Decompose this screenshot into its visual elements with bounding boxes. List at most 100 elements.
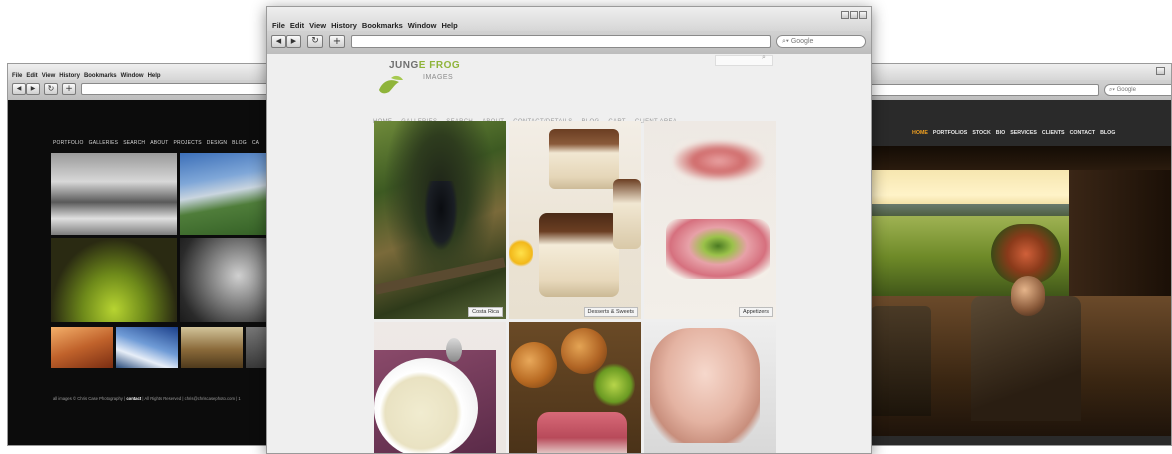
menu-file[interactable]: File [272, 21, 285, 30]
left-nav-item[interactable]: DESIGN [207, 140, 227, 146]
left-nav-item[interactable]: PORTFOLIO [53, 140, 84, 146]
toolbar: ◀ ▶ ↻ + [8, 80, 306, 101]
site-search-icon[interactable]: ⌕ [762, 54, 766, 62]
right-site-page: HOME PORTFOLIOS STOCK BIO SERVICES CLIENTS CON… [851, 100, 1171, 445]
reload-button[interactable]: ↻ [307, 35, 323, 48]
search-icon: ⌕▾ [782, 38, 789, 45]
raw-meat [537, 412, 627, 453]
gallery-caption: Costa Rica [468, 307, 503, 317]
forward-button[interactable]: ▶ [286, 35, 301, 48]
menu-view[interactable]: View [42, 73, 56, 79]
right-nav-item[interactable]: SERVICES [1010, 130, 1037, 136]
toolbar: ⌕▾ Google [851, 80, 1171, 101]
right-nav-home[interactable]: HOME [912, 130, 928, 136]
right-nav-item[interactable]: PORTFOLIOS [933, 130, 967, 136]
hero-roof [871, 146, 1171, 170]
onion-left [511, 342, 557, 388]
logo-text-line2: IMAGES [423, 74, 454, 81]
thumb-canyon[interactable] [51, 327, 113, 368]
menu-edit[interactable]: Edit [290, 21, 304, 30]
left-footer: all images © Chris Case Photography | co… [53, 396, 241, 401]
right-nav-item[interactable]: CONTACT [1070, 130, 1096, 136]
gallery-ingredients[interactable] [509, 322, 641, 453]
thumb-riders[interactable] [181, 327, 243, 368]
toolbar: ◀ ▶ ↻ + ⌕▾ Google [267, 31, 871, 55]
center-site-page: JUNGE FROG IMAGES ⌕ HOMEGALLERIESSEARCHA… [267, 54, 871, 453]
menu-file[interactable]: File [12, 73, 22, 79]
footer-rights: | All Rights Reserved | chris@chriscasep… [142, 396, 241, 401]
yellow-flower [509, 239, 533, 267]
left-nav-item[interactable]: PROJECTS [173, 140, 201, 146]
dessert-glass-right [613, 179, 641, 249]
gallery-costa-rica[interactable]: Costa Rica [374, 121, 506, 319]
right-nav-item[interactable]: STOCK [972, 130, 990, 136]
minimize-button[interactable] [841, 11, 849, 19]
left-nav-item[interactable]: SEARCH [123, 140, 145, 146]
reload-button[interactable]: ↻ [44, 83, 58, 95]
menu-history[interactable]: History [59, 73, 80, 79]
thumb-arena[interactable] [51, 238, 177, 322]
menu-edit[interactable]: Edit [26, 73, 37, 79]
thumb-ice[interactable] [116, 327, 178, 368]
forward-button[interactable]: ▶ [26, 83, 40, 95]
search-field[interactable]: ⌕▾ Google [776, 35, 866, 48]
gallery-water-hands[interactable] [644, 322, 776, 453]
gallery-caption: Appetizers [739, 307, 773, 317]
add-bookmark-button[interactable]: + [329, 35, 345, 48]
search-placeholder: Google [1116, 87, 1136, 93]
minimize-button[interactable] [1156, 67, 1165, 75]
right-nav-item[interactable]: BIO [996, 130, 1005, 136]
branch [374, 257, 506, 295]
left-nav-item[interactable]: CA [252, 140, 259, 146]
back-button[interactable]: ◀ [12, 83, 26, 95]
menu-bookmarks[interactable]: Bookmarks [84, 73, 117, 79]
gallery-appetizers[interactable]: Appetizers [644, 121, 776, 319]
hero-photo [871, 146, 1171, 436]
left-nav-item[interactable]: GALLERIES [89, 140, 119, 146]
logo-text-b: E FROG [418, 60, 461, 71]
gallery-soup[interactable] [374, 322, 506, 453]
browser-window-left: File Edit View History Bookmarks Window Help ◀… [7, 63, 307, 446]
menu-bookmarks[interactable]: Bookmarks [362, 21, 403, 30]
spoon [446, 338, 462, 362]
logo-text-a: JUNG [389, 60, 419, 71]
close-button[interactable] [859, 11, 867, 19]
search-field[interactable]: ⌕▾ Google [1104, 84, 1171, 96]
left-nav-item[interactable]: BLOG [232, 140, 247, 146]
menu-help[interactable]: Help [441, 21, 457, 30]
site-logo[interactable]: JUNGE FROG IMAGES [377, 58, 467, 98]
appetizer-front [666, 219, 770, 279]
browser-window-center: File Edit View History Bookmarks Window Help ◀… [266, 6, 872, 454]
maximize-button[interactable] [850, 11, 858, 19]
right-nav-item[interactable]: CLIENTS [1042, 130, 1065, 136]
left-nav-item[interactable]: ABOUT [150, 140, 168, 146]
hero-flowers [991, 224, 1061, 284]
footer-contact-link[interactable]: contact [126, 396, 141, 401]
hands [650, 328, 760, 443]
thumb-mountain-bw[interactable] [51, 153, 177, 235]
forward-arrow-icon: ▶ [290, 37, 297, 45]
right-site-nav: HOME PORTFOLIOS STOCK BIO SERVICES CLIENTS CON… [912, 121, 1120, 139]
reload-icon: ↻ [311, 36, 319, 46]
browser-window-right: ⌕▾ Google HOME PORTFOLIOS STOCK BIO SERVICES… [850, 63, 1172, 446]
hero-chair-left [871, 306, 931, 416]
right-nav-item[interactable]: BLOG [1100, 130, 1115, 136]
back-arrow-icon: ◀ [16, 85, 22, 92]
menu-history[interactable]: History [331, 21, 357, 30]
dessert-glass-top [549, 129, 619, 189]
address-bar[interactable] [351, 35, 771, 48]
menu-bar: File Edit View History Bookmarks Window Help [267, 7, 871, 31]
menu-view[interactable]: View [309, 21, 326, 30]
back-button[interactable]: ◀ [271, 35, 286, 48]
menu-help[interactable]: Help [148, 73, 161, 79]
back-arrow-icon: ◀ [275, 37, 282, 45]
frog-logo-icon [379, 75, 403, 94]
gallery-desserts-sweets[interactable]: Desserts & Sweets [509, 121, 641, 319]
menu-window[interactable]: Window [408, 21, 437, 30]
hero-person [1011, 276, 1045, 316]
reload-icon: ↻ [47, 84, 55, 93]
menu-window[interactable]: Window [121, 73, 144, 79]
address-bar[interactable] [851, 84, 1099, 96]
add-bookmark-button[interactable]: + [62, 83, 76, 95]
add-bookmark-icon: + [332, 36, 342, 47]
